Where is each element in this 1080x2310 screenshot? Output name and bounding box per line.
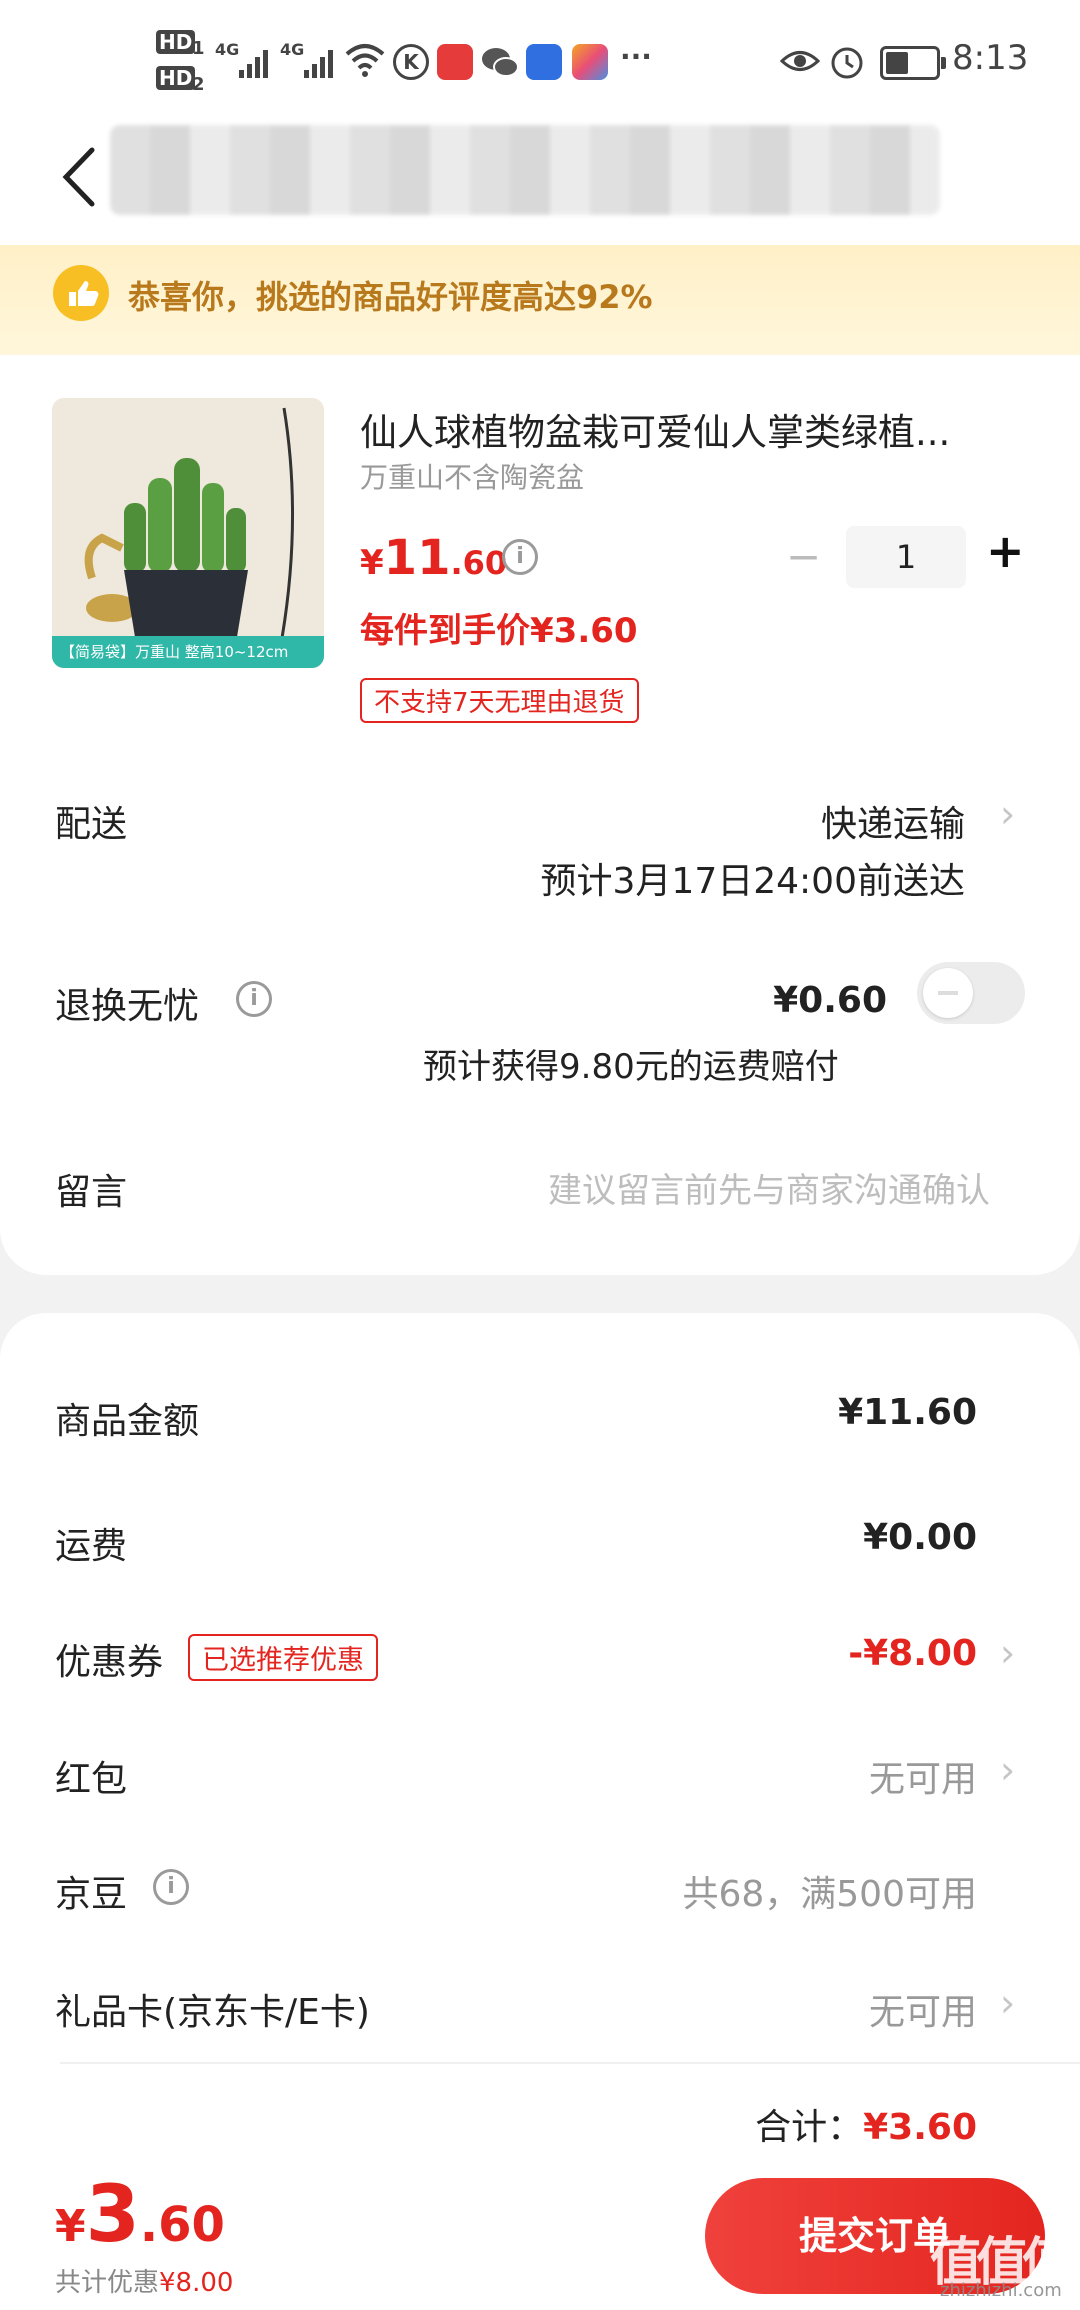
- watermark-url: zhizhizhi.com: [940, 2280, 1062, 2301]
- jingdou-info-icon[interactable]: i: [153, 1869, 189, 1905]
- giftcard-value[interactable]: 无可用: [869, 1983, 977, 2035]
- coupon-tag: 已选推荐优惠: [188, 1634, 378, 1681]
- return-insurance-desc: 预计获得9.80元的运费赔付: [423, 1047, 839, 1087]
- qty-minus-button[interactable]: −: [786, 532, 821, 581]
- eye-icon: [780, 51, 820, 71]
- signal-bars-icon: [304, 50, 333, 78]
- return-insurance-toggle[interactable]: [917, 962, 1025, 1024]
- goods-amount-label: 商品金额: [55, 1401, 200, 1442]
- divider: [60, 2062, 1080, 2064]
- total-row: 合计：¥3.60: [755, 2098, 977, 2150]
- clock-time: 8:13: [952, 38, 1029, 78]
- more-notifications-icon: ···: [620, 40, 652, 73]
- footer-price: ¥3.60: [55, 2170, 225, 2260]
- goods-amount-value: ¥11.60: [838, 1392, 977, 1433]
- battery-icon: [880, 46, 946, 80]
- redpacket-label: 红包: [55, 1759, 128, 1800]
- return-insurance-info-icon[interactable]: i: [236, 981, 272, 1017]
- price-info-icon[interactable]: i: [502, 539, 538, 575]
- delivery-chevron-icon[interactable]: ›: [1000, 792, 1015, 836]
- sim2-indicator: HD 2: [156, 66, 212, 100]
- app-notification-icon: [437, 44, 473, 80]
- shipping-label: 运费: [55, 1526, 128, 1567]
- signal-4g-2: 4G: [280, 40, 333, 78]
- color-app-icon: [572, 44, 608, 80]
- giftcard-label: 礼品卡(京东卡/E卡): [55, 1992, 370, 2033]
- signal-bars-icon: [239, 50, 268, 78]
- coupon-label: 优惠券: [55, 1642, 164, 1683]
- total-value: ¥3.60: [863, 2107, 977, 2148]
- alarm-icon: [831, 47, 863, 79]
- jingdou-value: 共68，满500可用: [682, 1874, 977, 1915]
- shipping-value: ¥0.00: [863, 1517, 977, 1558]
- product-image-caption: 【简易袋】万重山 整高10~12cm: [60, 643, 289, 661]
- product-spec: 万重山不含陶瓷盆: [360, 461, 585, 494]
- delivery-eta: 预计3月17日24:00前送达: [540, 861, 965, 902]
- coupon-value[interactable]: -¥8.00: [848, 1633, 977, 1674]
- signal-4g-1: 4G: [215, 40, 268, 78]
- redpacket-chevron-icon[interactable]: ›: [1000, 1748, 1015, 1792]
- final-price: 每件到手价¥3.60: [360, 611, 638, 651]
- redpacket-value[interactable]: 无可用: [869, 1750, 977, 1802]
- bulb-app-icon: [526, 44, 562, 80]
- jingdou-label: 京豆: [55, 1874, 128, 1915]
- message-label: 留言: [55, 1172, 128, 1213]
- wechat-icon: [482, 48, 519, 77]
- footer-discount: 共计优惠¥8.00: [55, 2268, 234, 2298]
- address-blurred[interactable]: [110, 125, 940, 215]
- message-input[interactable]: 建议留言前先与商家沟通确认: [548, 1163, 990, 1212]
- giftcard-chevron-icon[interactable]: ›: [1000, 1981, 1015, 2025]
- sim1-indicator: HD 1: [156, 30, 212, 64]
- banner-text: 恭喜你，挑选的商品好评度高达92%: [128, 278, 653, 316]
- product-price: ¥11.60: [360, 530, 508, 586]
- qty-value[interactable]: 1: [846, 526, 966, 588]
- back-arrow-icon[interactable]: [52, 142, 102, 212]
- delivery-label: 配送: [55, 804, 128, 845]
- return-insurance-price: ¥0.60: [773, 980, 887, 1021]
- coupon-chevron-icon[interactable]: ›: [1000, 1631, 1015, 1675]
- return-insurance-label: 退换无忧: [55, 986, 200, 1027]
- cactus-plant-image: [52, 398, 324, 668]
- k-app-icon: K: [393, 44, 429, 80]
- delivery-method[interactable]: 快递运输: [821, 795, 965, 847]
- thumbs-up-icon: [53, 265, 109, 321]
- product-image[interactable]: 【简易袋】万重山 整高10~12cm: [52, 398, 324, 668]
- wifi-icon: [345, 44, 385, 77]
- total-label: 合计：: [755, 2107, 864, 2148]
- summary-card: [0, 1313, 1080, 2310]
- qty-plus-button[interactable]: +: [986, 524, 1025, 578]
- toggle-knob: [923, 968, 973, 1018]
- no-return-tag: 不支持7天无理由退货: [360, 678, 639, 723]
- product-title[interactable]: 仙人球植物盆栽可爱仙人掌类绿植...: [360, 402, 950, 456]
